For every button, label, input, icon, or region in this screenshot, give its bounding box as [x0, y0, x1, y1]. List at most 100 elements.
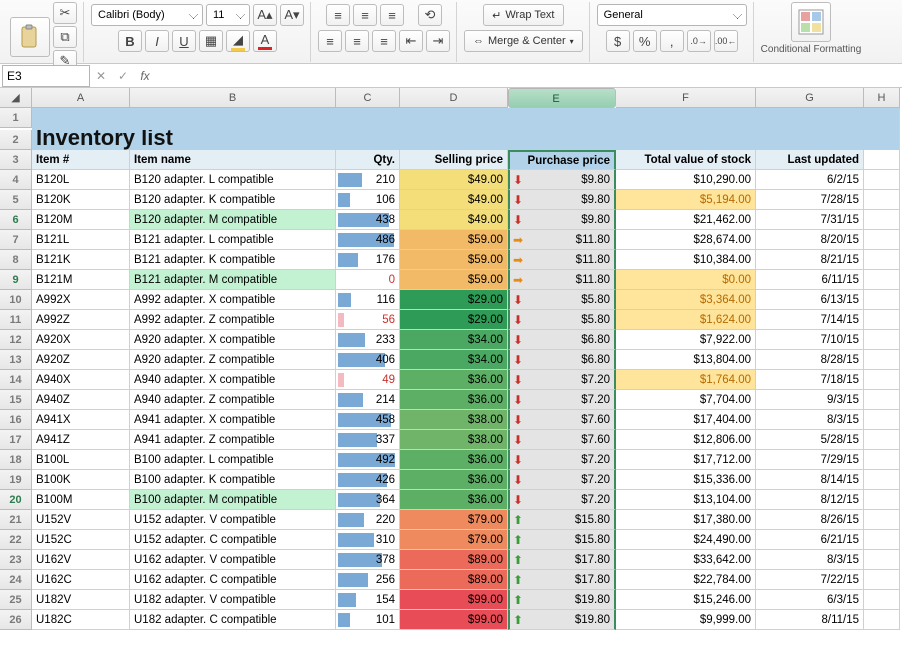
cell-name[interactable]: A940 adapter. X compatible: [130, 370, 336, 390]
title-cell[interactable]: [32, 108, 900, 130]
cell[interactable]: [864, 550, 900, 570]
cell[interactable]: [864, 290, 900, 310]
wrap-text-button[interactable]: ↵Wrap Text: [483, 4, 563, 26]
cell-selling-price[interactable]: $49.00: [400, 190, 508, 210]
cell-item[interactable]: U152V: [32, 510, 130, 530]
cell-qty[interactable]: 256: [336, 570, 400, 590]
cell-purchase-price[interactable]: ➡$11.80: [508, 270, 616, 290]
cell-purchase-price[interactable]: ⬇$6.80: [508, 350, 616, 370]
row-header[interactable]: 6: [0, 210, 32, 230]
cell-selling-price[interactable]: $34.00: [400, 350, 508, 370]
cell-last-updated[interactable]: 7/22/15: [756, 570, 864, 590]
copy-button[interactable]: ⧉: [53, 26, 77, 48]
cell-selling-price[interactable]: $79.00: [400, 530, 508, 550]
cell-purchase-price[interactable]: ⬇$7.20: [508, 390, 616, 410]
row-header[interactable]: 16: [0, 410, 32, 430]
cell-item[interactable]: U162C: [32, 570, 130, 590]
cut-button[interactable]: ✂: [53, 2, 77, 24]
decrease-font-button[interactable]: A▾: [280, 4, 304, 26]
cell-item[interactable]: A992X: [32, 290, 130, 310]
increase-indent-button[interactable]: ⇥: [426, 30, 450, 52]
cell-last-updated[interactable]: 6/3/15: [756, 590, 864, 610]
cell[interactable]: [864, 610, 900, 630]
cell-selling-price[interactable]: $49.00: [400, 210, 508, 230]
cell[interactable]: [864, 150, 900, 170]
cell-total-value[interactable]: $24,490.00: [616, 530, 756, 550]
align-right-button[interactable]: ≡: [372, 30, 396, 52]
cell-last-updated[interactable]: 7/28/15: [756, 190, 864, 210]
cell-name[interactable]: A941 adapter. Z compatible: [130, 430, 336, 450]
cell-item[interactable]: B100M: [32, 490, 130, 510]
cell-total-value[interactable]: $15,336.00: [616, 470, 756, 490]
row-header[interactable]: 22: [0, 530, 32, 550]
cell-last-updated[interactable]: 5/28/15: [756, 430, 864, 450]
cell-name[interactable]: A920 adapter. X compatible: [130, 330, 336, 350]
title-text[interactable]: Inventory list: [32, 130, 900, 150]
cell-selling-price[interactable]: $99.00: [400, 610, 508, 630]
cell-total-value[interactable]: $28,674.00: [616, 230, 756, 250]
cell-purchase-price[interactable]: ⬆$17.80: [508, 570, 616, 590]
cell-selling-price[interactable]: $89.00: [400, 570, 508, 590]
row-header[interactable]: 15: [0, 390, 32, 410]
row-header[interactable]: 4: [0, 170, 32, 190]
row-header[interactable]: 3: [0, 150, 32, 170]
cell-qty[interactable]: 492: [336, 450, 400, 470]
cell-selling-price[interactable]: $59.00: [400, 230, 508, 250]
cell-name[interactable]: A940 adapter. Z compatible: [130, 390, 336, 410]
italic-button[interactable]: I: [145, 30, 169, 52]
orientation-button[interactable]: ⟲: [418, 4, 442, 26]
cell-qty[interactable]: 337: [336, 430, 400, 450]
cell-item[interactable]: B121M: [32, 270, 130, 290]
row-header[interactable]: 5: [0, 190, 32, 210]
cell-item[interactable]: A992Z: [32, 310, 130, 330]
col-header-h[interactable]: H: [864, 88, 900, 108]
cell-qty[interactable]: 106: [336, 190, 400, 210]
cell-last-updated[interactable]: 8/20/15: [756, 230, 864, 250]
cell-qty[interactable]: 406: [336, 350, 400, 370]
align-top-button[interactable]: ≡: [326, 4, 350, 26]
cell-name[interactable]: B100 adapter. M compatible: [130, 490, 336, 510]
cell-last-updated[interactable]: 8/12/15: [756, 490, 864, 510]
cell-total-value[interactable]: $1,764.00: [616, 370, 756, 390]
row-header[interactable]: 13: [0, 350, 32, 370]
cell-total-value[interactable]: $21,462.00: [616, 210, 756, 230]
cell-item[interactable]: U182C: [32, 610, 130, 630]
cell[interactable]: [864, 450, 900, 470]
cell[interactable]: [864, 470, 900, 490]
cell-item[interactable]: A920X: [32, 330, 130, 350]
cell-item[interactable]: A941X: [32, 410, 130, 430]
align-left-button[interactable]: ≡: [318, 30, 342, 52]
conditional-formatting-button[interactable]: [791, 2, 831, 42]
cell-name[interactable]: B100 adapter. L compatible: [130, 450, 336, 470]
col-header-f[interactable]: F: [616, 88, 756, 108]
cell[interactable]: [864, 590, 900, 610]
cell-item[interactable]: B121K: [32, 250, 130, 270]
cell-last-updated[interactable]: 6/2/15: [756, 170, 864, 190]
row-header[interactable]: 8: [0, 250, 32, 270]
cell-name[interactable]: B121 adapter. K compatible: [130, 250, 336, 270]
cell[interactable]: [864, 490, 900, 510]
cell-selling-price[interactable]: $79.00: [400, 510, 508, 530]
cell-last-updated[interactable]: 7/18/15: [756, 370, 864, 390]
cell-qty[interactable]: 426: [336, 470, 400, 490]
increase-font-button[interactable]: A▴: [253, 4, 277, 26]
cell-last-updated[interactable]: 6/21/15: [756, 530, 864, 550]
cell-name[interactable]: U152 adapter. V compatible: [130, 510, 336, 530]
cell-last-updated[interactable]: 8/3/15: [756, 410, 864, 430]
fill-color-button[interactable]: ◢: [226, 30, 250, 52]
row-header[interactable]: 14: [0, 370, 32, 390]
row-header[interactable]: 12: [0, 330, 32, 350]
cell[interactable]: [864, 510, 900, 530]
cell-total-value[interactable]: $13,104.00: [616, 490, 756, 510]
cell-purchase-price[interactable]: ⬆$15.80: [508, 530, 616, 550]
cell-purchase-price[interactable]: ⬆$15.80: [508, 510, 616, 530]
font-size-select[interactable]: 11: [206, 4, 250, 26]
cell-name[interactable]: U162 adapter. C compatible: [130, 570, 336, 590]
cell-total-value[interactable]: $10,290.00: [616, 170, 756, 190]
cell-total-value[interactable]: $17,712.00: [616, 450, 756, 470]
cell[interactable]: [864, 350, 900, 370]
cell-purchase-price[interactable]: ⬇$7.20: [508, 490, 616, 510]
row-header[interactable]: 23: [0, 550, 32, 570]
select-all-corner[interactable]: ◢: [0, 88, 32, 108]
cell-purchase-price[interactable]: ⬇$9.80: [508, 190, 616, 210]
